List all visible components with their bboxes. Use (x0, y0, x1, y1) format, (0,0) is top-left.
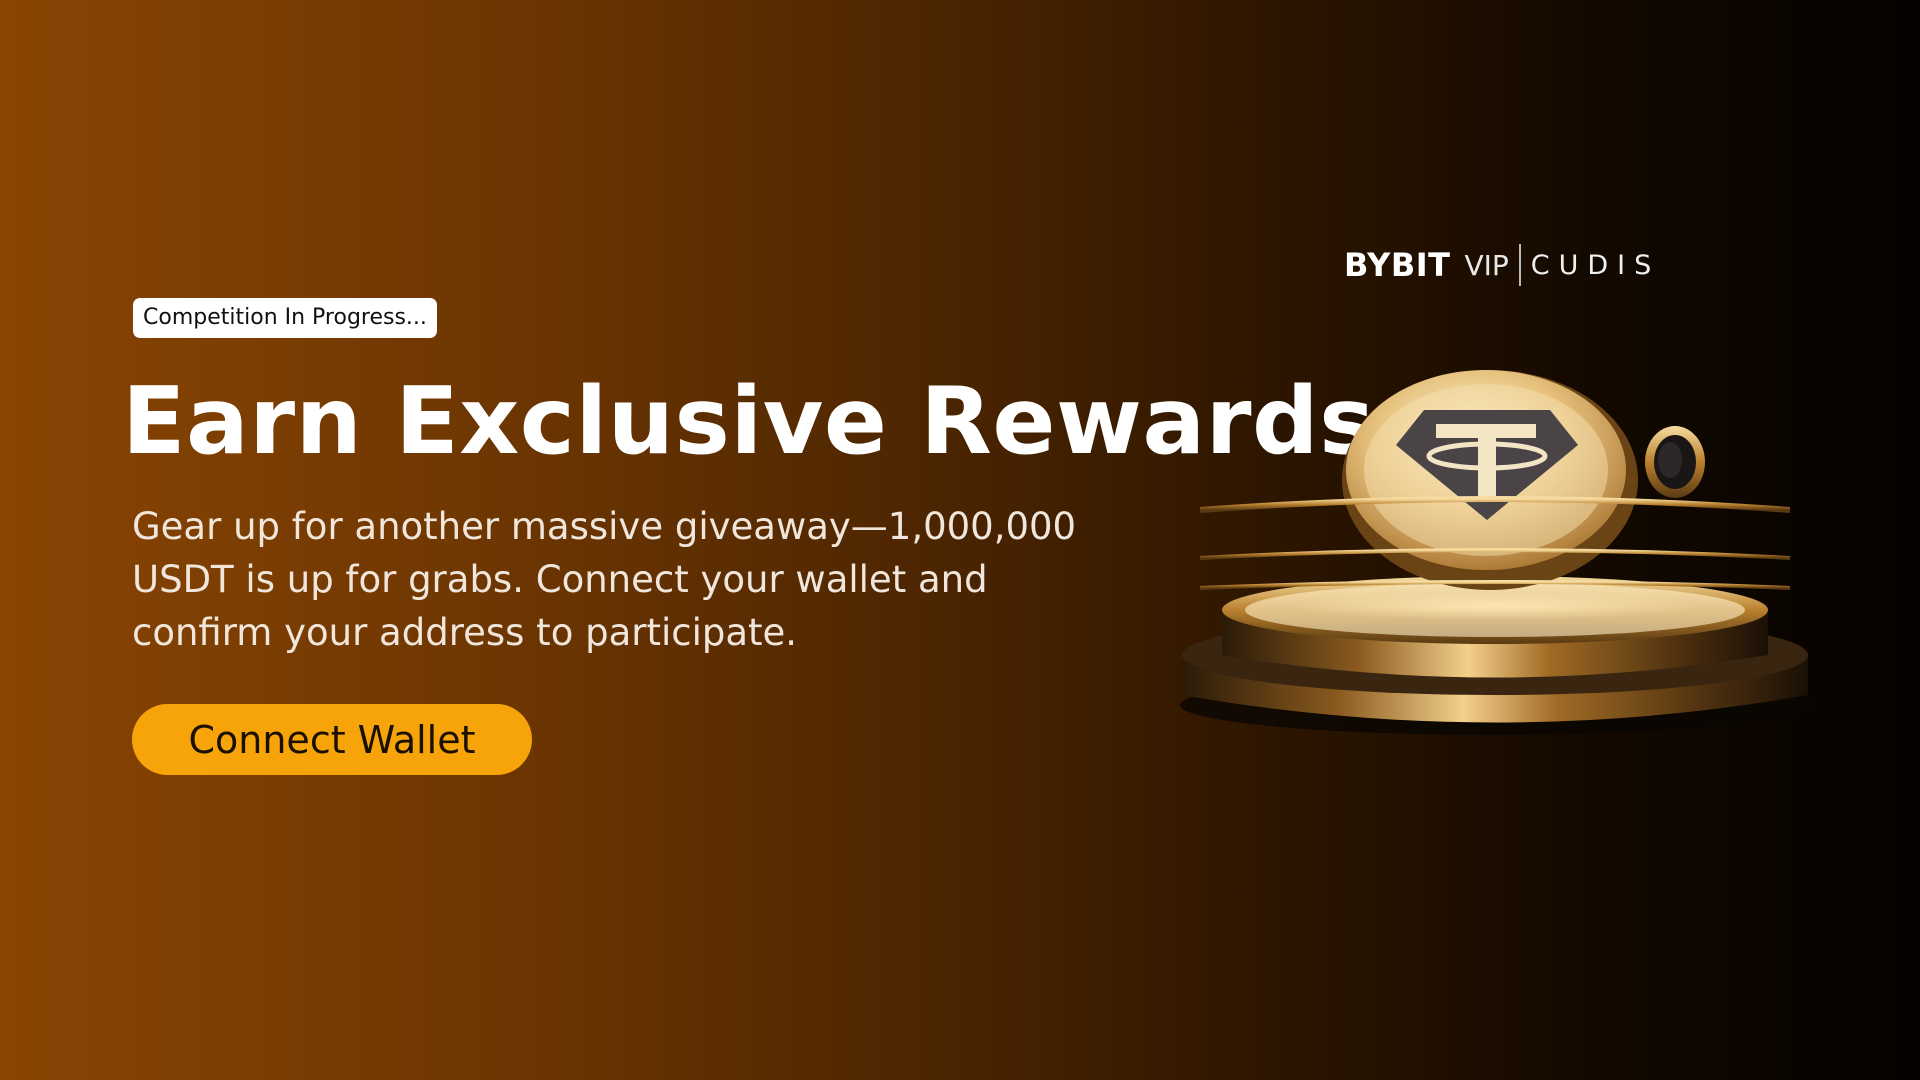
hero-description: Gear up for another massive giveaway—1,0… (132, 505, 1077, 654)
smart-ring-icon (1645, 426, 1705, 498)
connect-wallet-button[interactable]: Connect Wallet (132, 704, 532, 775)
cudis-logo: CUDIS (1530, 249, 1661, 281)
brand-divider (1518, 244, 1521, 286)
vip-label: VIP (1464, 248, 1509, 282)
tether-coin-icon (1342, 370, 1638, 590)
status-badge: Competition In Progress... (133, 298, 437, 338)
podium-illustration (1180, 370, 1810, 735)
brand-logo: BYBIT VIP CUDIS (1344, 244, 1660, 286)
bybit-logo: BYBIT (1344, 246, 1451, 284)
